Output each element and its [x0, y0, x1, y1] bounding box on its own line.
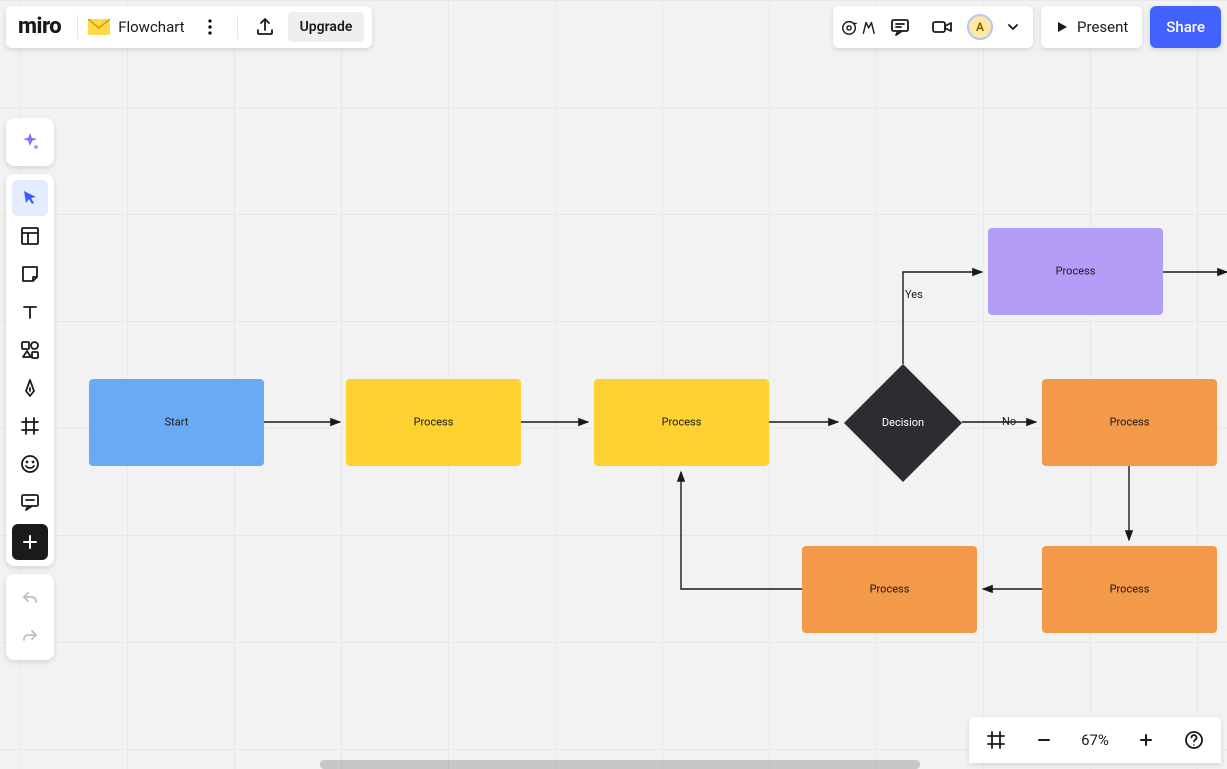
share-label: Share	[1166, 18, 1205, 36]
flow-node-label: Decision	[882, 416, 924, 429]
zoom-bar: 67%	[969, 717, 1221, 763]
undo-button[interactable]	[12, 580, 48, 616]
ai-panel	[6, 118, 54, 166]
comment-tool[interactable]	[12, 484, 48, 520]
divider	[237, 15, 238, 39]
present-label: Present	[1077, 18, 1128, 36]
tools-panel	[6, 174, 54, 566]
zoom-in-button[interactable]	[1129, 723, 1163, 757]
header-right: A Present Share	[833, 6, 1221, 48]
reactions-button[interactable]	[841, 10, 875, 44]
flowchart-svg: Yes No Start Process Process Decision Process P…	[0, 0, 1227, 769]
user-avatar[interactable]: A	[967, 14, 993, 40]
avatar-menu-button[interactable]	[1001, 10, 1025, 44]
flow-edge-label: No	[1002, 415, 1016, 428]
board-title[interactable]: Flowchart	[116, 18, 186, 36]
flow-node-label: Process	[1056, 264, 1096, 277]
flow-node-label: Process	[414, 415, 454, 428]
help-button[interactable]	[1177, 723, 1211, 757]
stickers-tool[interactable]	[12, 446, 48, 482]
zoom-level[interactable]: 67%	[1075, 731, 1115, 749]
shapes-tool[interactable]	[12, 332, 48, 368]
ai-tool[interactable]	[12, 124, 48, 160]
sticky-tool[interactable]	[12, 256, 48, 292]
canvas[interactable]: Yes No Start Process Process Decision Process P…	[0, 0, 1227, 769]
history-panel	[6, 574, 54, 660]
frame-tool[interactable]	[12, 408, 48, 444]
divider	[77, 15, 78, 39]
present-button[interactable]: Present	[1041, 6, 1142, 48]
add-tool[interactable]	[12, 524, 48, 560]
redo-button[interactable]	[12, 618, 48, 654]
zoom-out-button[interactable]	[1027, 723, 1061, 757]
flow-edge[interactable]	[903, 272, 982, 364]
pen-tool[interactable]	[12, 370, 48, 406]
play-icon	[1055, 20, 1069, 34]
templates-tool[interactable]	[12, 218, 48, 254]
mail-icon[interactable]	[88, 19, 110, 35]
select-tool[interactable]	[12, 180, 48, 216]
export-button[interactable]	[248, 10, 282, 44]
collab-group: A	[833, 6, 1033, 48]
flow-node-label: Process	[870, 582, 910, 595]
video-button[interactable]	[925, 10, 959, 44]
flow-node-label: Start	[165, 415, 189, 428]
horizontal-scrollbar[interactable]	[320, 760, 920, 769]
flow-edge[interactable]	[681, 472, 802, 589]
more-menu-button[interactable]	[193, 10, 227, 44]
text-tool[interactable]	[12, 294, 48, 330]
flow-node-label: Process	[662, 415, 702, 428]
comments-button[interactable]	[883, 10, 917, 44]
share-button[interactable]: Share	[1150, 6, 1221, 48]
flow-node-label: Process	[1110, 582, 1150, 595]
flow-edge-label: Yes	[905, 288, 923, 301]
upgrade-button[interactable]: Upgrade	[288, 12, 365, 42]
left-toolbar	[6, 118, 54, 660]
header-left: miro Flowchart Upgrade	[6, 6, 372, 48]
app-logo[interactable]: miro	[14, 14, 67, 41]
fit-button[interactable]	[979, 723, 1013, 757]
flow-node-label: Process	[1110, 415, 1150, 428]
